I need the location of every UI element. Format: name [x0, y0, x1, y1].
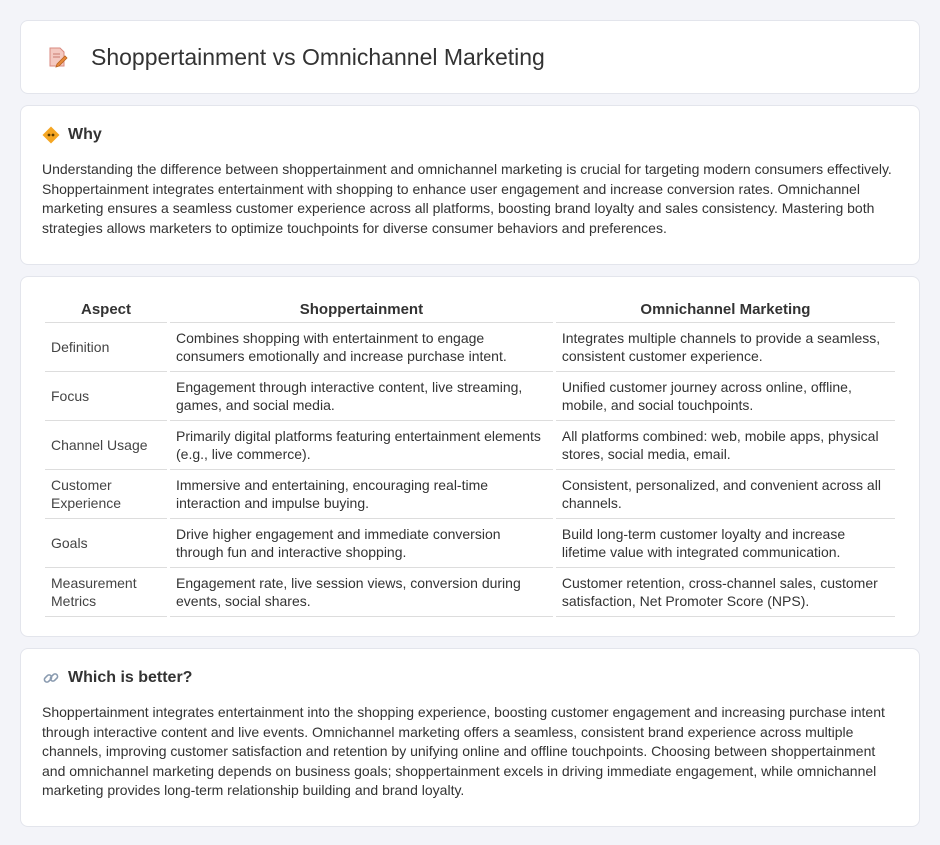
shoppertainment-cell: Combines shopping with entertainment to …: [170, 323, 553, 372]
which-is-better-text: Shoppertainment integrates entertainment…: [42, 704, 885, 798]
aspect-cell: Measurement Metrics: [45, 568, 167, 617]
shoppertainment-cell: Engagement rate, live session views, con…: [170, 568, 553, 617]
omnichannel-cell: Integrates multiple channels to provide …: [555, 323, 895, 372]
aspect-cell: Channel Usage: [45, 421, 167, 470]
table-row: Focus Engagement through interactive con…: [45, 372, 895, 421]
page-title: Shoppertainment vs Omnichannel Marketing: [91, 43, 545, 70]
column-header-shoppertainment: Shoppertainment: [170, 297, 553, 323]
document-pencil-icon: [45, 45, 69, 69]
diamond-warning-icon: [42, 126, 60, 144]
aspect-cell: Definition: [45, 323, 167, 372]
why-heading: Why: [68, 126, 102, 143]
table-row: Customer Experience Immersive and entert…: [45, 470, 895, 519]
link-icon: [42, 669, 60, 687]
why-section: Why Understanding the difference between…: [20, 105, 920, 265]
aspect-cell: Focus: [45, 372, 167, 421]
aspect-cell: Customer Experience: [45, 470, 167, 519]
comparison-table: Aspect Shoppertainment Omnichannel Marke…: [42, 297, 898, 617]
omnichannel-cell: Consistent, personalized, and convenient…: [555, 470, 895, 519]
comparison-table-card: Aspect Shoppertainment Omnichannel Marke…: [20, 276, 920, 637]
column-header-omnichannel: Omnichannel Marketing: [555, 297, 895, 323]
table-row: Channel Usage Primarily digital platform…: [45, 421, 895, 470]
omnichannel-cell: Unified customer journey across online, …: [555, 372, 895, 421]
column-header-aspect: Aspect: [45, 297, 167, 323]
table-row: Definition Combines shopping with entert…: [45, 323, 895, 372]
aspect-cell: Goals: [45, 519, 167, 568]
omnichannel-cell: Build long-term customer loyalty and inc…: [555, 519, 895, 568]
table-row: Goals Drive higher engagement and immedi…: [45, 519, 895, 568]
omnichannel-cell: Customer retention, cross-channel sales,…: [555, 568, 895, 617]
shoppertainment-cell: Primarily digital platforms featuring en…: [170, 421, 553, 470]
table-row: Measurement Metrics Engagement rate, liv…: [45, 568, 895, 617]
shoppertainment-cell: Drive higher engagement and immediate co…: [170, 519, 553, 568]
which-is-better-section: Which is better? Shoppertainment integra…: [20, 648, 920, 827]
omnichannel-cell: All platforms combined: web, mobile apps…: [555, 421, 895, 470]
shoppertainment-cell: Engagement through interactive content, …: [170, 372, 553, 421]
which-is-better-heading: Which is better?: [68, 669, 193, 686]
title-card: Shoppertainment vs Omnichannel Marketing: [20, 20, 920, 94]
shoppertainment-cell: Immersive and entertaining, encouraging …: [170, 470, 553, 519]
why-text: Understanding the difference between sho…: [42, 161, 892, 236]
